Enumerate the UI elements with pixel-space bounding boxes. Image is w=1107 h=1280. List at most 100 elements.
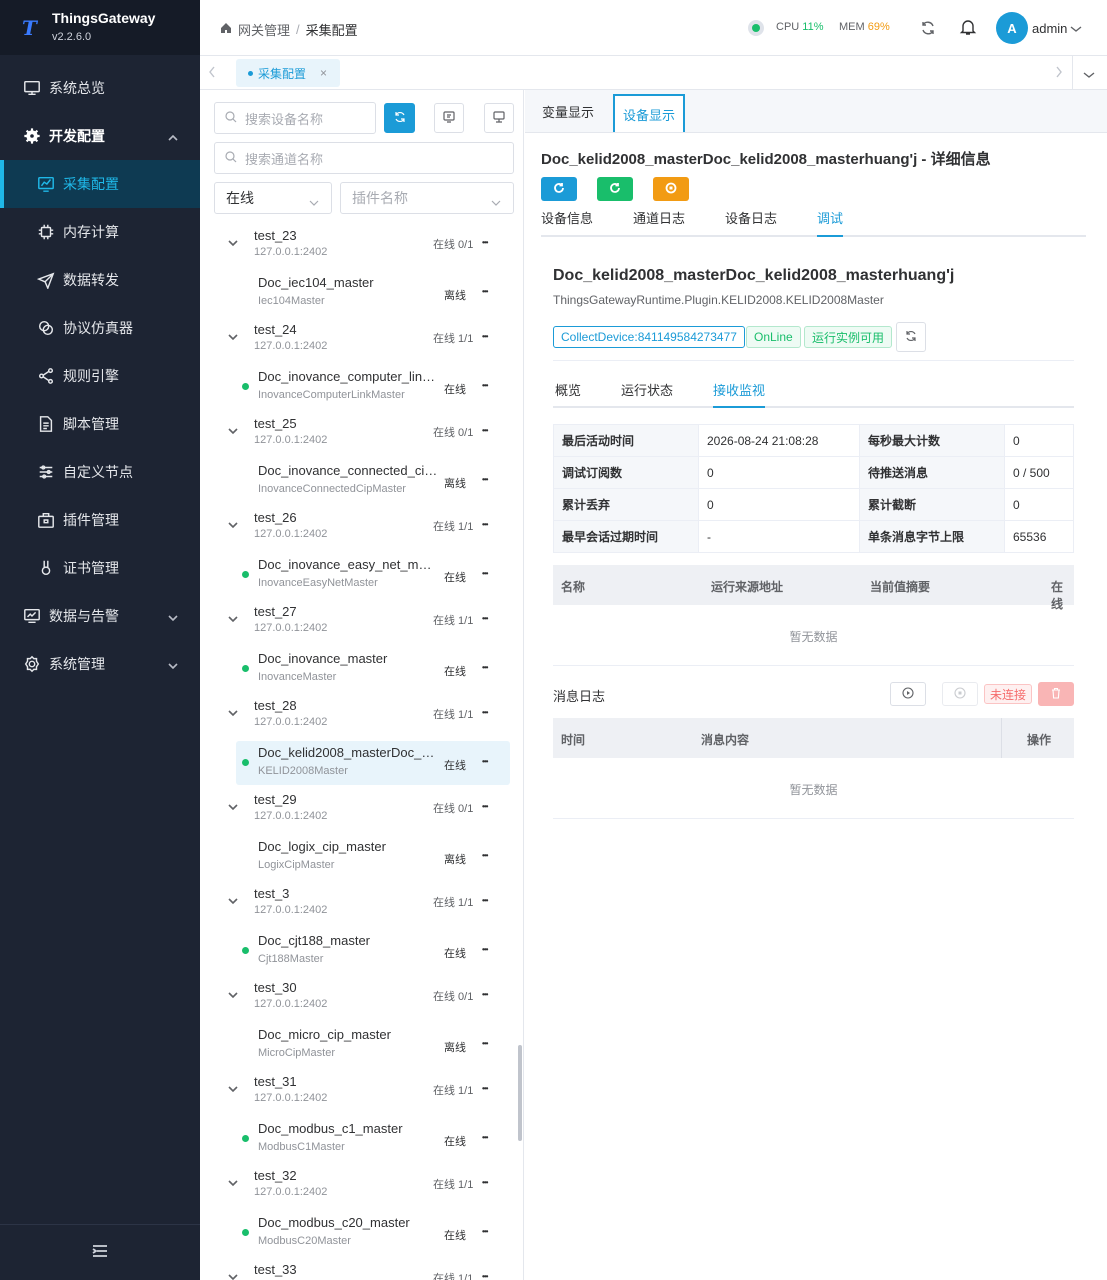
page-tab-collect-config[interactable]: 采集配置 × — [236, 59, 340, 87]
more-icon[interactable]: ••• — [482, 896, 488, 905]
more-icon[interactable]: ••• — [482, 1039, 488, 1048]
channel-node[interactable]: test_3 127.0.0.1:2402 在线 1/1 ••• — [200, 882, 520, 926]
user-name[interactable]: admin — [1032, 21, 1067, 36]
sidebar-item-overview[interactable]: 系统总览 — [0, 64, 200, 112]
tabs-scroll-left-icon[interactable] — [208, 66, 216, 81]
close-icon[interactable]: × — [320, 66, 327, 80]
more-icon[interactable]: ••• — [482, 1227, 488, 1236]
device-node[interactable]: Doc_kelid2008_masterDoc_kelid2008_master… — [236, 741, 510, 785]
sidebar-item-plugin-manage[interactable]: 插件管理 — [0, 496, 200, 544]
more-icon[interactable]: ••• — [482, 426, 488, 435]
chevron-down-icon[interactable] — [228, 1270, 238, 1280]
more-icon[interactable]: ••• — [482, 945, 488, 954]
tabs-scroll-right-icon[interactable] — [1055, 66, 1063, 81]
channel-node[interactable]: test_23 127.0.0.1:2402 在线 0/1 ••• — [200, 224, 520, 268]
more-icon[interactable]: ••• — [482, 569, 488, 578]
pause-button[interactable] — [653, 177, 689, 201]
sidebar-item-cert-manage[interactable]: 证书管理 — [0, 544, 200, 592]
breadcrumb-item[interactable]: 网关管理 — [238, 20, 290, 39]
channel-node[interactable]: test_27 127.0.0.1:2402 在线 1/1 ••• — [200, 600, 520, 644]
channel-node[interactable]: test_28 127.0.0.1:2402 在线 1/1 ••• — [200, 694, 520, 738]
device-node[interactable]: Doc_inovance_master InovanceMaster 在线 ••• — [236, 647, 510, 691]
chevron-down-icon[interactable] — [228, 612, 238, 623]
channel-node[interactable]: test_32 127.0.0.1:2402 在线 1/1 ••• — [200, 1164, 520, 1208]
restart-button[interactable] — [541, 177, 577, 201]
channel-node[interactable]: test_33 在线 1/1 ••• — [200, 1258, 520, 1280]
sidebar-item-rule-engine[interactable]: 规则引擎 — [0, 352, 200, 400]
chevron-down-icon[interactable] — [1070, 22, 1082, 37]
more-icon[interactable]: ••• — [482, 238, 488, 247]
channel-node[interactable]: test_26 127.0.0.1:2402 在线 1/1 ••• — [200, 506, 520, 550]
avatar[interactable]: A — [996, 12, 1028, 44]
start-log-button[interactable] — [890, 682, 926, 706]
channel-node[interactable]: test_31 127.0.0.1:2402 在线 1/1 ••• — [200, 1070, 520, 1114]
search-channel-input[interactable]: 搜索通道名称 — [214, 142, 514, 174]
sidebar-item-memory-compute[interactable]: 内存计算 — [0, 208, 200, 256]
more-icon[interactable]: ••• — [482, 990, 488, 999]
more-icon[interactable]: ••• — [482, 851, 488, 860]
clear-log-button[interactable] — [1038, 682, 1074, 706]
tab-device-log[interactable]: 设备日志 — [725, 208, 777, 227]
more-icon[interactable]: ••• — [482, 287, 488, 296]
more-icon[interactable]: ••• — [482, 1084, 488, 1093]
sidebar-item-collect-config[interactable]: 采集配置 — [0, 160, 200, 208]
refresh-icon[interactable] — [920, 20, 936, 39]
device-node[interactable]: Doc_cjt188_master Cjt188Master 在线 ••• — [236, 929, 510, 973]
more-icon[interactable]: ••• — [482, 663, 488, 672]
tab-overview[interactable]: 概览 — [555, 380, 581, 399]
device-node[interactable]: Doc_logix_cip_master LogixCipMaster 离线 ••• — [236, 835, 510, 879]
tab-channel-log[interactable]: 通道日志 — [633, 208, 685, 227]
channel-node[interactable]: test_24 127.0.0.1:2402 在线 1/1 ••• — [200, 318, 520, 362]
stop-log-button[interactable] — [942, 682, 978, 706]
more-icon[interactable]: ••• — [482, 614, 488, 623]
tab-debug[interactable]: 调试 — [817, 208, 843, 227]
sidebar-item-system-manage[interactable]: 系统管理 — [0, 640, 200, 688]
more-icon[interactable]: ••• — [482, 708, 488, 717]
tabs-menu-chevron-icon[interactable] — [1083, 68, 1095, 83]
device-node[interactable]: Doc_modbus_c1_master ModbusC1Master 在线 ••• — [236, 1117, 510, 1161]
resume-button[interactable] — [597, 177, 633, 201]
device-node[interactable]: Doc_inovance_connected_cip_master Inovanc… — [236, 459, 510, 503]
chevron-down-icon[interactable] — [228, 706, 238, 717]
refresh-tree-button[interactable] — [384, 103, 415, 133]
more-icon[interactable]: ••• — [482, 475, 488, 484]
more-icon[interactable]: ••• — [482, 757, 488, 766]
bell-icon[interactable] — [959, 18, 977, 39]
channel-node[interactable]: test_29 127.0.0.1:2402 在线 0/1 ••• — [200, 788, 520, 832]
chevron-down-icon[interactable] — [228, 236, 238, 247]
sidebar-item-protocol-simulator[interactable]: 协议仿真器 — [0, 304, 200, 352]
chevron-down-icon[interactable] — [228, 894, 238, 905]
tree-scrollbar[interactable] — [518, 1045, 522, 1141]
tab-receive-monitor[interactable]: 接收监视 — [713, 380, 765, 399]
device-node[interactable]: Doc_inovance_computer_link_master Inovanc… — [236, 365, 510, 409]
chevron-down-icon[interactable] — [228, 330, 238, 341]
chevron-down-icon[interactable] — [228, 1176, 238, 1187]
search-device-input[interactable]: 搜索设备名称 — [214, 102, 376, 134]
device-node[interactable]: Doc_micro_cip_master MicroCipMaster 离线 ••• — [236, 1023, 510, 1067]
sidebar-item-script-manage[interactable]: 脚本管理 — [0, 400, 200, 448]
channel-node[interactable]: test_30 127.0.0.1:2402 在线 0/1 ••• — [200, 976, 520, 1020]
edit-channel-button[interactable] — [434, 103, 464, 133]
more-icon[interactable]: ••• — [482, 1178, 488, 1187]
more-icon[interactable]: ••• — [482, 1133, 488, 1142]
sidebar-item-custom-node[interactable]: 自定义节点 — [0, 448, 200, 496]
more-icon[interactable]: ••• — [482, 1272, 488, 1280]
collapse-sidebar-button[interactable] — [0, 1224, 200, 1280]
chevron-down-icon[interactable] — [228, 1082, 238, 1093]
sidebar-item-data-alarm[interactable]: 数据与告警 — [0, 592, 200, 640]
more-icon[interactable]: ••• — [482, 332, 488, 341]
tab-variable-view[interactable]: 变量显示 — [541, 90, 595, 133]
sidebar-item-data-forward[interactable]: 数据转发 — [0, 256, 200, 304]
tab-device-view[interactable]: 设备显示 — [613, 94, 685, 132]
sidebar-item-dev-config[interactable]: 开发配置 — [0, 112, 200, 160]
display-mode-button[interactable] — [484, 103, 514, 133]
channel-node[interactable]: test_25 127.0.0.1:2402 在线 0/1 ••• — [200, 412, 520, 456]
plugin-filter-select[interactable]: 插件名称 — [340, 182, 514, 214]
more-icon[interactable]: ••• — [482, 520, 488, 529]
more-icon[interactable]: ••• — [482, 802, 488, 811]
status-filter-select[interactable]: 在线 — [214, 182, 332, 214]
chevron-down-icon[interactable] — [228, 424, 238, 435]
device-node[interactable]: Doc_iec104_master Iec104Master 离线 ••• — [236, 271, 510, 315]
chevron-down-icon[interactable] — [228, 518, 238, 529]
chevron-down-icon[interactable] — [228, 800, 238, 811]
